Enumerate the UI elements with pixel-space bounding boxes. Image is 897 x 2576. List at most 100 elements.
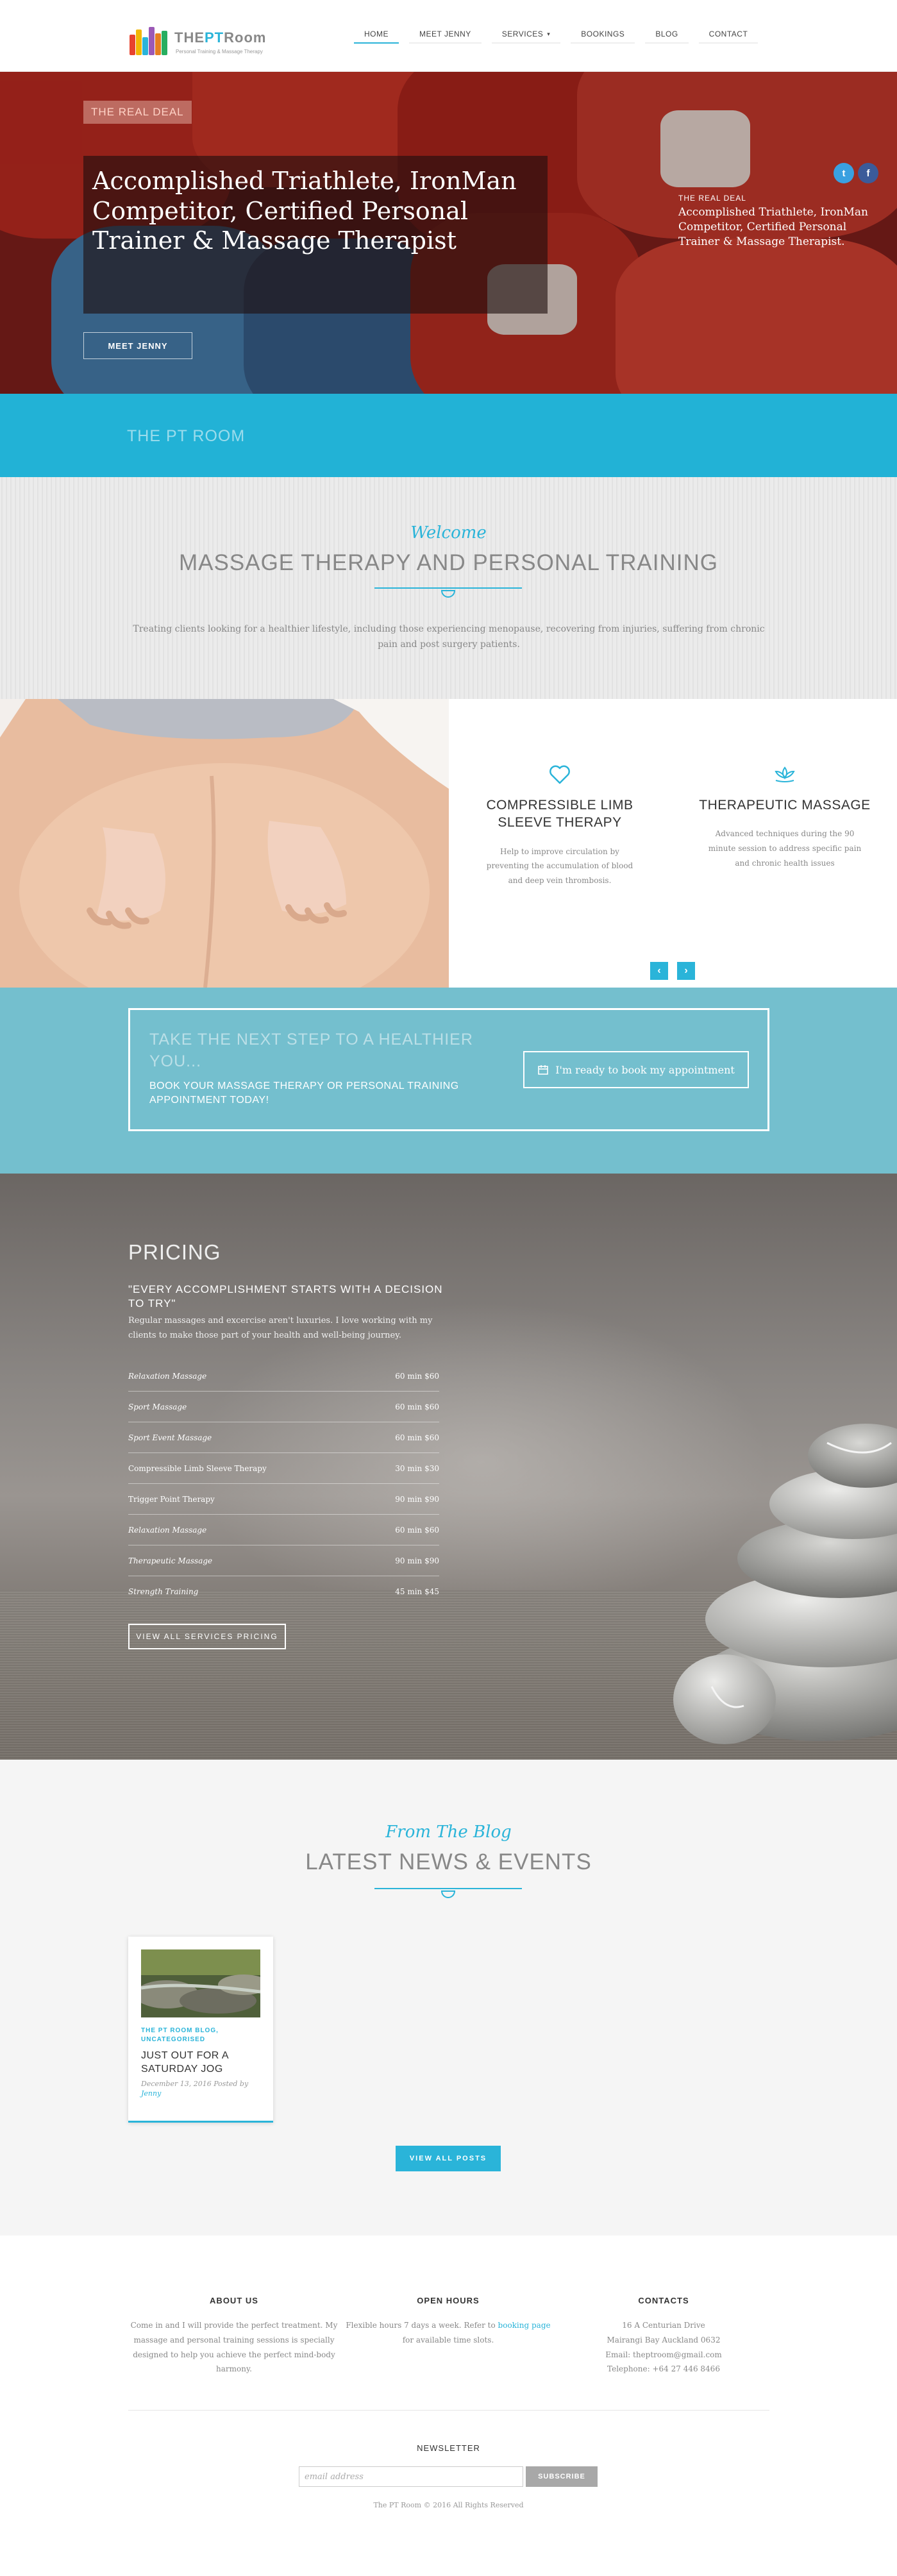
band-title: THE PT ROOM: [127, 427, 246, 445]
cta-subheading: BOOK YOUR MASSAGE THERAPY OR PERSONAL TR…: [149, 1081, 459, 1106]
cta-section: TAKE THE NEXT STEP TO A HEALTHIER YOU...…: [0, 988, 897, 1174]
footer-divider: [128, 2410, 769, 2411]
price-row: Relaxation Massage 60 min $60: [128, 1515, 439, 1545]
meet-jenny-button[interactable]: MEET JENNY: [83, 332, 192, 359]
post-title[interactable]: JUST OUT FOR A SATURDAY JOG: [141, 2050, 263, 2076]
footer-contacts-title: CONTACTS: [638, 2296, 689, 2305]
post-categories[interactable]: THE PT ROOM BLOG, UNCATEGORISED: [141, 2026, 263, 2044]
contact-email[interactable]: Email: theptroom@gmail.com: [605, 2350, 722, 2359]
logo-tagline: Personal Training & Massage Therapy: [176, 49, 263, 55]
footer-about: ABOUT US Come in and I will provide the …: [128, 2296, 340, 2377]
slider-next-button[interactable]: ›: [677, 962, 695, 980]
slider-prev-button[interactable]: ‹: [650, 962, 668, 980]
footer-hours: OPEN HOURS Flexible hours 7 days a week.…: [342, 2296, 554, 2348]
view-all-pricing-button[interactable]: VIEW ALL SERVICES PRICING: [128, 1624, 286, 1649]
features-section: COMPRESSIBLE LIMB SLEEVE THERAPY Help to…: [0, 699, 897, 988]
post-date: December 13, 2016 Posted by: [141, 2080, 249, 2088]
newsletter-email-input[interactable]: email address: [299, 2466, 523, 2487]
price-row: Sport Massage 60 min $60: [128, 1392, 439, 1422]
post-thumbnail[interactable]: [141, 1949, 260, 2017]
footer-contacts-text: 16 A Centurian Drive Mairangi Bay Auckla…: [558, 2318, 769, 2377]
site-footer: ABOUT US Come in and I will provide the …: [0, 2235, 897, 2576]
service-price: 90 min $90: [395, 1556, 439, 1565]
brand-band: THE PT ROOM: [0, 394, 897, 477]
contact-address: 16 A Centurian Drive: [622, 2321, 705, 2330]
blog-post-card[interactable]: THE PT ROOM BLOG, UNCATEGORISED JUST OUT…: [128, 1937, 273, 2123]
subscribe-button[interactable]: SUBSCRIBE: [526, 2466, 598, 2487]
service-price: 45 min $45: [395, 1587, 439, 1596]
service-name: Compressible Limb Sleeve Therapy: [128, 1463, 267, 1473]
calendar-icon: [538, 1065, 548, 1075]
service-name: Relaxation Massage: [128, 1525, 207, 1535]
feature-text: Help to improve circulation by preventin…: [486, 846, 633, 886]
nav-home[interactable]: HOME: [354, 26, 399, 44]
price-row: Sport Event Massage 60 min $60: [128, 1422, 439, 1453]
ornament-divider-icon: [374, 587, 522, 599]
hero-caption-text: Accomplished Triathlete, IronMan Competi…: [678, 206, 868, 248]
massage-photo: [0, 699, 449, 988]
page: THEPTRoom Personal Training & Massage Th…: [0, 0, 897, 2576]
zen-stones-image: [673, 1424, 897, 1744]
lotus-icon: [772, 762, 798, 787]
chevron-right-icon: ›: [684, 965, 688, 976]
service-name: Sport Massage: [128, 1402, 187, 1411]
post-meta: December 13, 2016 Posted by Jenny: [141, 2079, 263, 2099]
post-author-link[interactable]: Jenny: [141, 2089, 161, 2098]
nav-bookings[interactable]: BOOKINGS: [571, 26, 635, 44]
service-name: Relaxation Massage: [128, 1371, 207, 1381]
nav-contact[interactable]: CONTACT: [698, 26, 759, 44]
chevron-left-icon: ‹: [657, 965, 661, 976]
service-name: Trigger Point Therapy: [128, 1494, 215, 1504]
price-list: Relaxation Massage 60 min $60 Sport Massa…: [128, 1361, 439, 1607]
site-logo[interactable]: THEPTRoom Personal Training & Massage Th…: [130, 23, 265, 62]
copyright: The PT Room © 2016 All Rights Reserved: [373, 2501, 524, 2509]
facebook-icon[interactable]: f: [858, 163, 878, 183]
nav-meet-jenny[interactable]: MEET JENNY: [409, 26, 482, 44]
book-appointment-label: I'm ready to book my appointment: [555, 1063, 735, 1076]
feature-text: Advanced techniques during the 90 minute…: [708, 829, 862, 868]
welcome-title: MASSAGE THERAPY AND PERSONAL TRAINING: [179, 550, 718, 575]
pricing-title: PRICING: [128, 1240, 221, 1264]
footer-about-title: ABOUT US: [210, 2296, 258, 2305]
cta-box: TAKE THE NEXT STEP TO A HEALTHIER YOU...…: [128, 1008, 769, 1131]
feature-card: THERAPEUTIC MASSAGE Advanced techniques …: [695, 762, 875, 871]
contact-city: Mairangi Bay Auckland 0632: [607, 2335, 721, 2344]
twitter-icon[interactable]: t: [834, 163, 854, 183]
view-all-posts-button[interactable]: VIEW ALL POSTS: [396, 2146, 501, 2171]
footer-contacts: CONTACTS 16 A Centurian Drive Mairangi B…: [558, 2296, 769, 2377]
pricing-section: PRICING "EVERY ACCOMPLISHMENT STARTS WIT…: [0, 1174, 897, 1760]
hero-headline-box: Accomplished Triathlete, IronMan Competi…: [83, 156, 548, 314]
hero-badge: THE REAL DEAL: [83, 101, 192, 124]
feature-title: COMPRESSIBLE LIMB SLEEVE THERAPY: [486, 798, 633, 830]
welcome-text: Treating clients looking for a healthier…: [133, 624, 765, 650]
nav-blog[interactable]: BLOG: [645, 26, 689, 44]
feature-title: THERAPEUTIC MASSAGE: [699, 798, 871, 812]
footer-hours-text: Flexible hours 7 days a week. Refer to b…: [346, 2321, 551, 2344]
blog-section: From The Blog LATEST NEWS & EVENTS THE P…: [0, 1760, 897, 2235]
welcome-section: Welcome MASSAGE THERAPY AND PERSONAL TRA…: [0, 477, 897, 699]
hero-caption: THE REAL DEAL Accomplished Triathlete, I…: [678, 194, 884, 249]
footer-hours-title: OPEN HOURS: [417, 2296, 480, 2305]
service-price: 30 min $30: [395, 1463, 439, 1473]
welcome-script: Welcome: [410, 523, 487, 543]
price-row: Strength Training 45 min $45: [128, 1576, 439, 1607]
booking-page-link[interactable]: booking page: [498, 2321, 551, 2330]
service-price: 90 min $90: [395, 1494, 439, 1504]
service-price: 60 min $60: [395, 1371, 439, 1381]
ornament-divider-icon: [374, 1888, 522, 1899]
nav-services[interactable]: SERVICES ▾: [491, 26, 561, 44]
hero-headline: Accomplished Triathlete, IronMan Competi…: [92, 167, 517, 255]
logo-text: THEPTRoom: [174, 29, 267, 46]
pricing-intro: Regular massages and excercise aren't lu…: [128, 1316, 433, 1341]
heart-icon: [547, 762, 573, 787]
book-appointment-button[interactable]: I'm ready to book my appointment: [523, 1051, 749, 1088]
price-row: Relaxation Massage 60 min $60: [128, 1361, 439, 1392]
blog-script: From The Blog: [385, 1823, 512, 1842]
contact-phone[interactable]: Telephone: +64 27 446 8466: [607, 2364, 720, 2373]
blog-title: LATEST NEWS & EVENTS: [305, 1849, 592, 1874]
site-header: THEPTRoom Personal Training & Massage Th…: [0, 0, 897, 72]
service-price: 60 min $60: [395, 1525, 439, 1535]
service-price: 60 min $60: [395, 1433, 439, 1442]
price-row: Therapeutic Massage 90 min $90: [128, 1545, 439, 1576]
cta-heading: TAKE THE NEXT STEP TO A HEALTHIER YOU...: [149, 1031, 473, 1070]
